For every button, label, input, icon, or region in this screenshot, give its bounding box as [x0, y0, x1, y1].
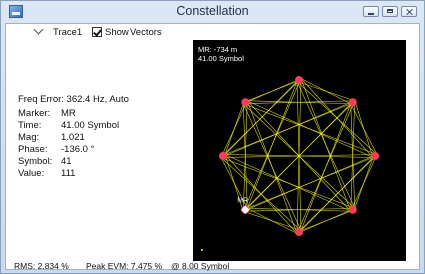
value-value: 111: [61, 168, 76, 179]
mag-label: Mag:: [18, 132, 40, 143]
phase-label: Phase:: [18, 144, 48, 155]
constellation-point: [241, 98, 250, 107]
maximize-icon[interactable]: [382, 6, 398, 17]
constellation-point: [295, 76, 303, 84]
client-area: Trace1 Show Vectors Freq Error: 362.4 Hz…: [5, 23, 420, 271]
constellation-diagram: MR: [201, 76, 379, 251]
trace-vector: [242, 103, 302, 231]
trace-selector[interactable]: Trace1: [53, 27, 82, 38]
trace-vector: [243, 103, 378, 155]
title-bar: Constellation: [1, 1, 424, 23]
trace-vector: [300, 78, 351, 105]
constellation-point: [371, 152, 379, 160]
time-value: 41.00 Symbol: [61, 120, 120, 131]
status-bar: RMS: 2.834 % Peak EVM: 7.475 % @ 8.00 Sy…: [6, 261, 419, 271]
constellation-point: [295, 228, 303, 236]
trace-vector: [354, 100, 374, 158]
trace-vector: [296, 100, 356, 234]
window-controls: [363, 6, 417, 17]
marker-label: Marker:: [18, 108, 51, 119]
symbol-label: Symbol:: [18, 156, 53, 167]
freq-error-readout: Freq Error: 362.4 Hz, Auto: [18, 94, 129, 105]
show-vectors-checkbox[interactable]: [92, 27, 102, 37]
marker-info-table: Marker: MR Time: 41.00 Symbol Mag: 1.021…: [18, 108, 119, 179]
peak-evm-readout: Peak EVM: 7.475 %: [86, 261, 163, 271]
trace-vector: [350, 154, 378, 212]
trace-vector: [300, 78, 352, 212]
constellation-point: [348, 205, 357, 214]
trace-vector: [243, 78, 302, 105]
constellation-point: [219, 152, 227, 160]
trace-vector: [296, 207, 355, 234]
value-label: Value:: [18, 168, 45, 179]
trace-vector: [224, 103, 244, 155]
time-label: Time:: [18, 120, 42, 131]
trace-vector: [242, 78, 302, 212]
rms-readout: RMS: 2.834 %: [14, 261, 69, 271]
window-title: Constellation: [176, 4, 249, 18]
constellation-point: [348, 98, 357, 107]
at-symbol-readout: @ 8.00 Symbol: [171, 261, 230, 271]
marker-label-text: MR: [237, 198, 248, 205]
constellation-plot[interactable]: MR: -734 m 41.00 Symbol MR: [193, 40, 406, 261]
close-icon[interactable]: [401, 6, 417, 17]
trace-vector: [220, 157, 302, 231]
show-label[interactable]: Show: [105, 27, 129, 38]
symbol-value: 41: [61, 156, 72, 167]
reference-dot: [201, 249, 203, 251]
mag-value: 1.021: [61, 132, 85, 143]
constellation-window: Constellation Trace1 Show Vectors Freq E…: [0, 0, 425, 274]
vectors-label: Vectors: [130, 27, 162, 38]
minimize-icon[interactable]: [363, 6, 379, 17]
marker-value: MR: [61, 108, 76, 119]
chevron-down-icon[interactable]: [33, 24, 44, 35]
phase-value: -136.0 °: [61, 144, 95, 155]
